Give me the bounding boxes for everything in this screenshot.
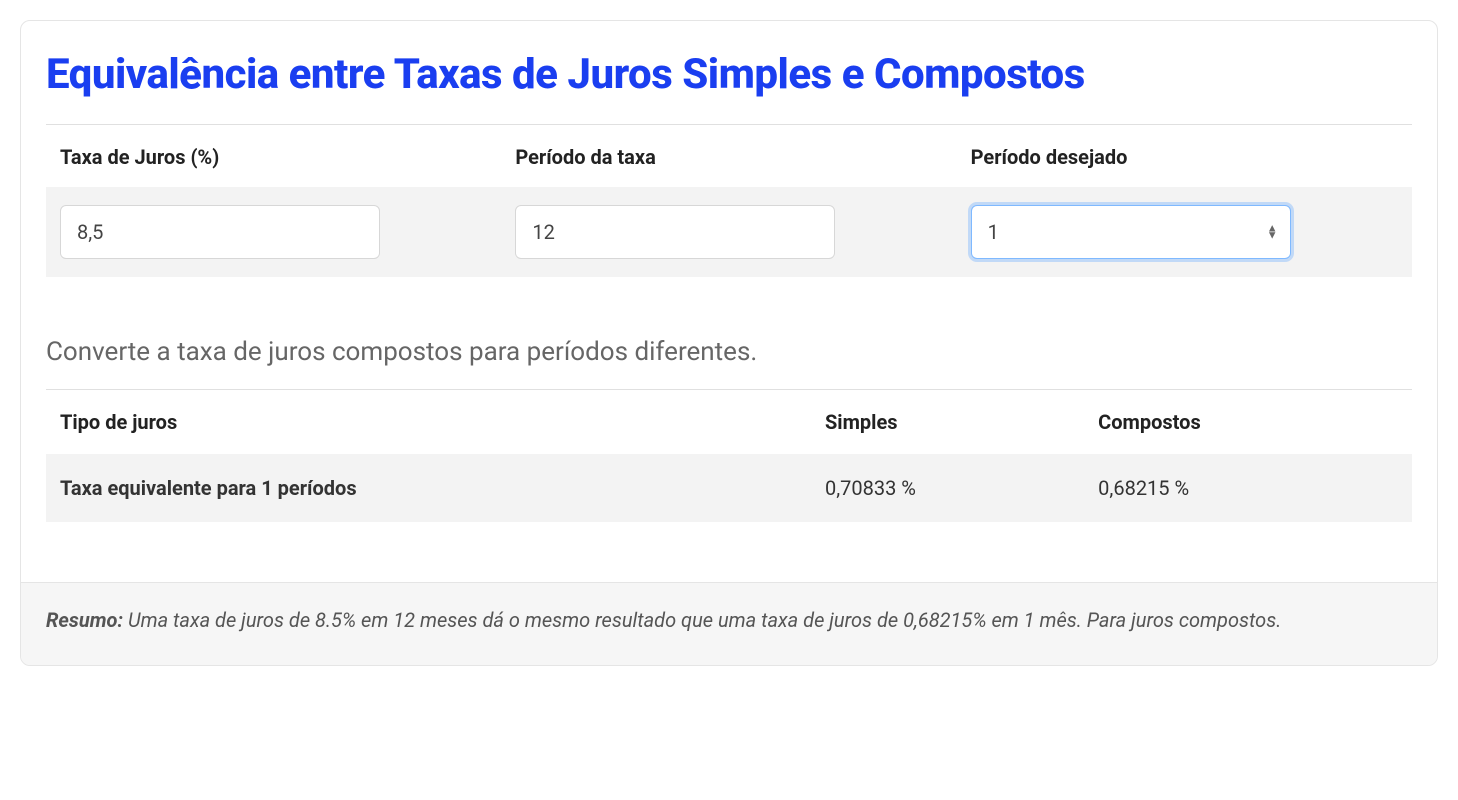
results-table: Tipo de juros Simples Compostos Taxa equ… bbox=[46, 389, 1412, 522]
stepper-icon: ▲▼ bbox=[1267, 226, 1278, 239]
inputs-table: Taxa de Juros (%) Período da taxa Períod… bbox=[46, 124, 1412, 277]
result-row-label: Taxa equivalente para 1 períodos bbox=[46, 454, 811, 522]
period-from-input[interactable] bbox=[515, 205, 835, 259]
description-text: Converte a taxa de juros compostos para … bbox=[46, 337, 1412, 367]
period-from-label: Período da taxa bbox=[501, 125, 956, 188]
period-to-label: Período desejado bbox=[957, 125, 1412, 188]
summary-footer: Resumo: Uma taxa de juros de 8.5% em 12 … bbox=[21, 582, 1437, 665]
summary-label: Resumo: bbox=[46, 608, 123, 632]
table-row: Taxa equivalente para 1 períodos 0,70833… bbox=[46, 454, 1412, 522]
result-simple-value: 0,70833 % bbox=[811, 454, 1084, 522]
page-title: Equivalência entre Taxas de Juros Simple… bbox=[46, 51, 1412, 99]
summary-text: Uma taxa de juros de 8.5% em 12 meses dá… bbox=[123, 608, 1281, 632]
results-header-simple: Simples bbox=[811, 390, 1084, 455]
rate-label: Taxa de Juros (%) bbox=[46, 125, 501, 188]
calculator-card: Equivalência entre Taxas de Juros Simple… bbox=[20, 20, 1438, 666]
result-compound-value: 0,68215 % bbox=[1084, 454, 1412, 522]
rate-input[interactable] bbox=[60, 205, 380, 259]
results-header-type: Tipo de juros bbox=[46, 390, 811, 455]
period-to-value: 1 bbox=[988, 220, 999, 244]
period-to-select[interactable]: 1 ▲▼ bbox=[971, 205, 1291, 259]
results-header-compound: Compostos bbox=[1084, 390, 1412, 455]
